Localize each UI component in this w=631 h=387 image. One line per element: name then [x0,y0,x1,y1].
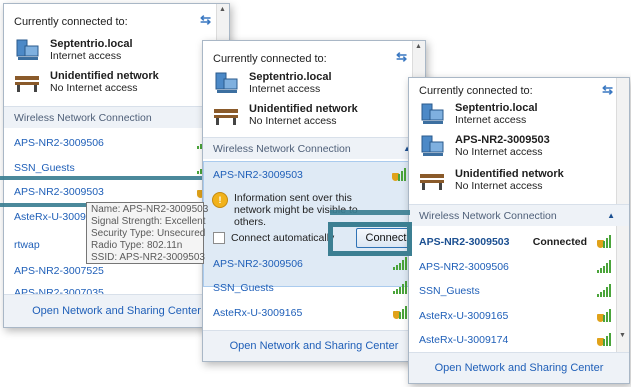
wifi-signal-icon [597,260,613,279]
connection-aps-503: APS-NR2-3009503 No Internet access [419,134,550,158]
tooltip-security: Security Type: Unsecured [91,228,206,239]
network-item[interactable]: SSN_Guests [213,279,409,297]
connection-name: Septentrio.local [249,71,332,83]
connection-status: No Internet access [455,180,543,192]
section-label: Wireless Network Connection [213,143,351,155]
connection-name: Septentrio.local [50,38,133,50]
wireless-section-header[interactable]: Wireless Network Connection ▲ [4,106,229,128]
connection-status: No Internet access [455,146,543,158]
open-network-center-link[interactable]: Open Network and Sharing Center [409,352,629,383]
chevron-up-icon[interactable]: ▲ [607,205,615,227]
wifi-signal-icon [597,284,613,303]
warning-shield-icon: ! [212,192,228,208]
network-item[interactable]: APS-NR2-3009506 [14,134,213,152]
highlight-bar-top [330,210,410,215]
scroll-up-icon[interactable]: ▲ [415,43,422,50]
tooltip-signal: Signal Strength: Excellent [91,216,206,227]
tooltip-name: Name: APS-NR2-3009503 [91,204,209,215]
network-flyout-1: Currently connected to: ⇆ ▲ Septentrio.l… [3,3,230,328]
connection-status: Internet access [249,83,321,95]
connection-name: APS-NR2-3009503 [455,134,550,146]
connected-status-label: Connected [532,236,587,248]
tooltip-radio: Radio Type: 802.11n [91,240,183,251]
network-item[interactable]: APS-NR2-3009506 [419,258,613,276]
network-computer-icon [419,102,447,126]
refresh-icon[interactable]: ⇆ [602,82,613,98]
connect-automatically-checkbox[interactable]: Connect automatically [213,232,334,244]
network-tooltip: Name: APS-NR2-3009503 Signal Strength: E… [86,202,209,264]
wifi-signal-icon [393,257,409,276]
connected-to-heading: Currently connected to: [419,85,533,97]
connection-unidentified: Unidentified network No Internet access [213,103,358,127]
connection-name: Unidentified network [455,168,564,180]
connection-septentrio: Septentrio.local Internet access [14,38,133,62]
network-computer-icon [14,38,42,62]
connection-unidentified: Unidentified network No Internet access [419,168,564,192]
network-computer-icon [213,71,241,95]
network-item[interactable]: AsteRx-U-3009165 [213,304,409,322]
network-item[interactable]: AsteRx-U-3009174 [419,331,613,349]
scroll-up-icon[interactable]: ▲ [219,6,226,13]
checkbox-label: Connect automatically [231,232,335,244]
connection-status: Internet access [50,50,122,62]
connected-network-item[interactable]: APS-NR2-3009503 Connected [419,233,613,251]
connection-status: No Internet access [249,115,337,127]
park-bench-icon [213,103,241,127]
secure-wifi-signal-icon [597,333,613,352]
connection-name: Unidentified network [249,103,358,115]
wireless-section-header[interactable]: Wireless Network Connection ▲ [409,204,629,226]
network-item[interactable]: APS-NR2-3007525 [14,262,213,280]
network-item[interactable]: SSN_Guests [419,282,613,300]
checkbox-box[interactable] [213,232,225,244]
secure-wifi-signal-icon [597,235,613,254]
refresh-icon[interactable]: ⇆ [396,49,407,65]
network-flyout-3: Currently connected to: ⇆ ▼ Septentrio.l… [408,77,630,384]
network-item[interactable]: AsteRx-U-3009165 [419,307,613,325]
network-computer-icon [419,134,447,158]
network-item-aps-503[interactable]: APS-NR2-3009503 [14,183,213,201]
secure-wifi-signal-icon [392,168,408,187]
tooltip-ssid: SSID: APS-NR2-3009503 [91,252,205,263]
park-bench-icon [419,168,447,192]
secure-wifi-signal-icon [597,309,613,328]
connection-status: Internet access [455,114,527,126]
connection-status: No Internet access [50,82,138,94]
park-bench-icon [14,70,42,94]
section-label: Wireless Network Connection [14,112,152,124]
wifi-signal-icon [393,281,409,300]
refresh-icon[interactable]: ⇆ [200,12,211,28]
network-item[interactable]: SSN_Guests [14,159,213,177]
wireless-section-header[interactable]: Wireless Network Connection ▲ [203,137,425,159]
connection-name: Unidentified network [50,70,159,82]
open-network-center-link[interactable]: Open Network and Sharing Center [4,294,229,327]
network-flyout-2: Currently connected to: ⇆ ▲ Septentrio.l… [202,40,426,362]
connection-name: Septentrio.local [455,102,538,114]
connect-highlight-box [328,222,412,256]
open-network-center-link[interactable]: Open Network and Sharing Center [203,330,425,361]
connection-unidentified: Unidentified network No Internet access [14,70,159,94]
scroll-down-icon[interactable]: ▼ [619,332,626,339]
connected-to-heading: Currently connected to: [213,53,327,65]
connected-to-heading: Currently connected to: [14,16,128,28]
network-item[interactable]: APS-NR2-3009506 [213,255,409,273]
connected-network-name: APS-NR2-3009503 [419,236,510,248]
secure-wifi-signal-icon [393,306,409,325]
selected-network-name[interactable]: APS-NR2-3009503 [213,166,408,184]
connection-septentrio: Septentrio.local Internet access [213,71,332,95]
connection-septentrio: Septentrio.local Internet access [419,102,538,126]
section-label: Wireless Network Connection [419,210,557,222]
highlight-bar-top [0,176,202,180]
